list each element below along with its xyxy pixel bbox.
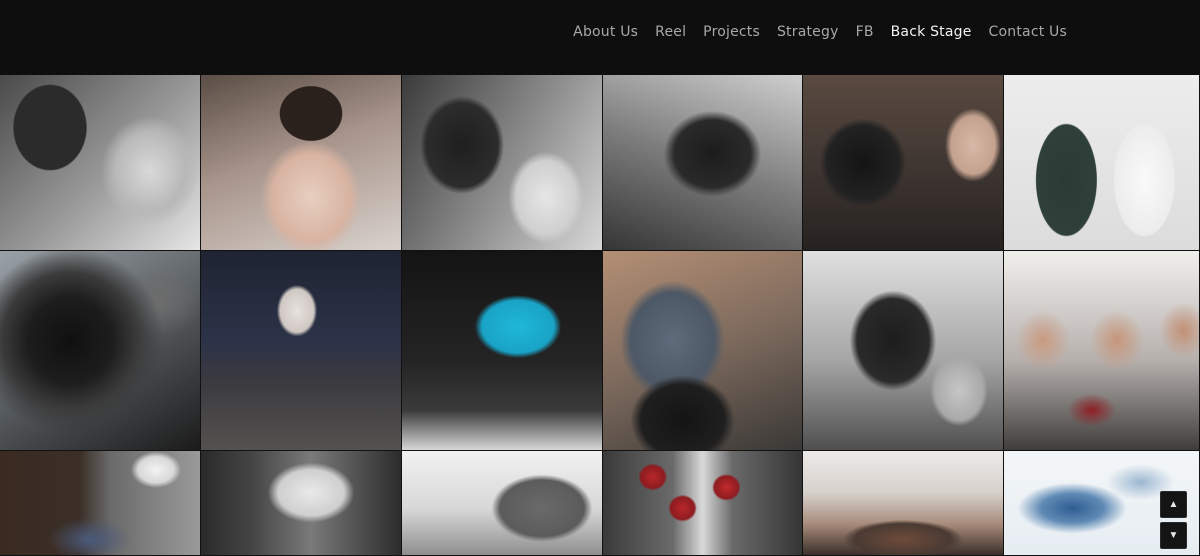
photo-tile-canon-camera-lens[interactable] bbox=[0, 251, 201, 451]
photo-tile-bw-alley[interactable] bbox=[201, 451, 402, 556]
photo-tile-crowd-restaurant[interactable] bbox=[803, 451, 1004, 556]
photo-tile-laptop-editing[interactable] bbox=[201, 251, 402, 451]
photo-tile-bw-camera-operator[interactable] bbox=[603, 75, 803, 251]
photo-tile-video-editing-monitor[interactable] bbox=[402, 251, 603, 451]
photo-tile-building-sign[interactable] bbox=[402, 451, 603, 556]
photo-tile-bw-crew-with-boy[interactable] bbox=[803, 251, 1004, 451]
scroll-down-button[interactable]: ▼ bbox=[1160, 522, 1187, 549]
nav-about-us[interactable]: About Us bbox=[573, 23, 638, 41]
arrow-up-icon: ▲ bbox=[1168, 499, 1179, 510]
photo-tile-bw-camera-rig-actress[interactable] bbox=[402, 75, 603, 251]
arrow-down-icon: ▼ bbox=[1168, 530, 1179, 541]
nav-fb[interactable]: FB bbox=[856, 23, 874, 41]
photo-tile-group-selfie[interactable] bbox=[1004, 251, 1200, 451]
top-bar: About Us Reel Projects Strategy FB Back … bbox=[0, 0, 1200, 75]
photo-tile-brick-wall-cafe[interactable] bbox=[0, 451, 201, 556]
nav-back-stage[interactable]: Back Stage bbox=[891, 23, 972, 41]
photo-tile-actress-reading-card[interactable] bbox=[201, 75, 402, 251]
photo-gallery bbox=[0, 75, 1200, 556]
photo-tile-crew-holding-camera[interactable] bbox=[603, 251, 803, 451]
nav-reel[interactable]: Reel bbox=[655, 23, 686, 41]
nav-projects[interactable]: Projects bbox=[703, 23, 760, 41]
photo-tile-red-lanterns-street[interactable] bbox=[603, 451, 803, 556]
photo-tile-two-crew-portrait[interactable] bbox=[1004, 75, 1200, 251]
nav-contact-us[interactable]: Contact Us bbox=[989, 23, 1067, 41]
nav-strategy[interactable]: Strategy bbox=[777, 23, 839, 41]
main-nav: About Us Reel Projects Strategy FB Back … bbox=[573, 23, 1067, 41]
photo-tile-bw-crew-portrait[interactable] bbox=[0, 75, 201, 251]
scroll-up-button[interactable]: ▲ bbox=[1160, 491, 1187, 518]
photo-tile-bw-camera-monitor[interactable] bbox=[803, 75, 1004, 251]
